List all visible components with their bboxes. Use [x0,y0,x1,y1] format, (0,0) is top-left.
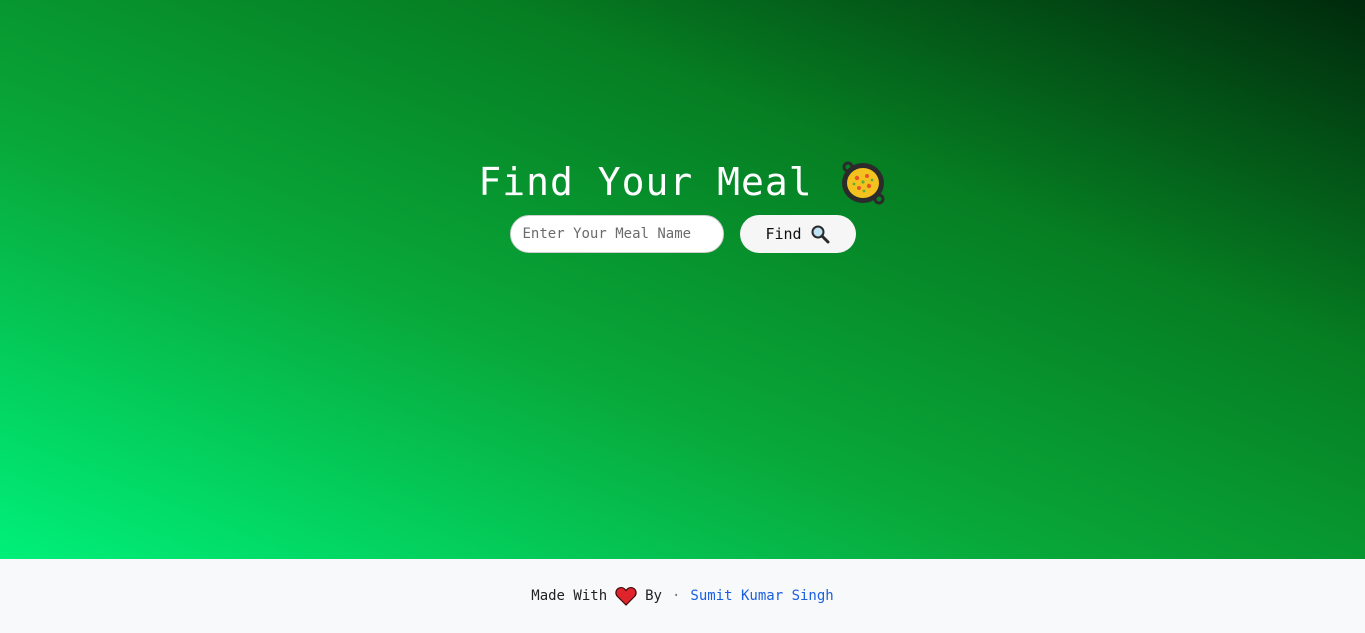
footer: Made With By · Sumit Kumar Singh [0,559,1365,633]
paella-pan-icon [841,161,885,205]
find-button[interactable]: Find [739,215,856,253]
magnifying-glass-icon [811,225,830,244]
title-row: Find Your Meal [0,156,1365,208]
footer-by: By [645,588,662,604]
meal-search-input[interactable] [509,215,724,253]
hero-background: Find Your Meal Find [0,0,1365,559]
search-row: Find [0,215,1365,253]
find-button-label: Find [765,225,802,243]
footer-separator: · [671,588,681,604]
author-link[interactable]: Sumit Kumar Singh [690,588,833,604]
heart-icon [615,587,637,606]
page-title: Find Your Meal [478,160,813,204]
footer-made-with: Made With [531,588,608,604]
